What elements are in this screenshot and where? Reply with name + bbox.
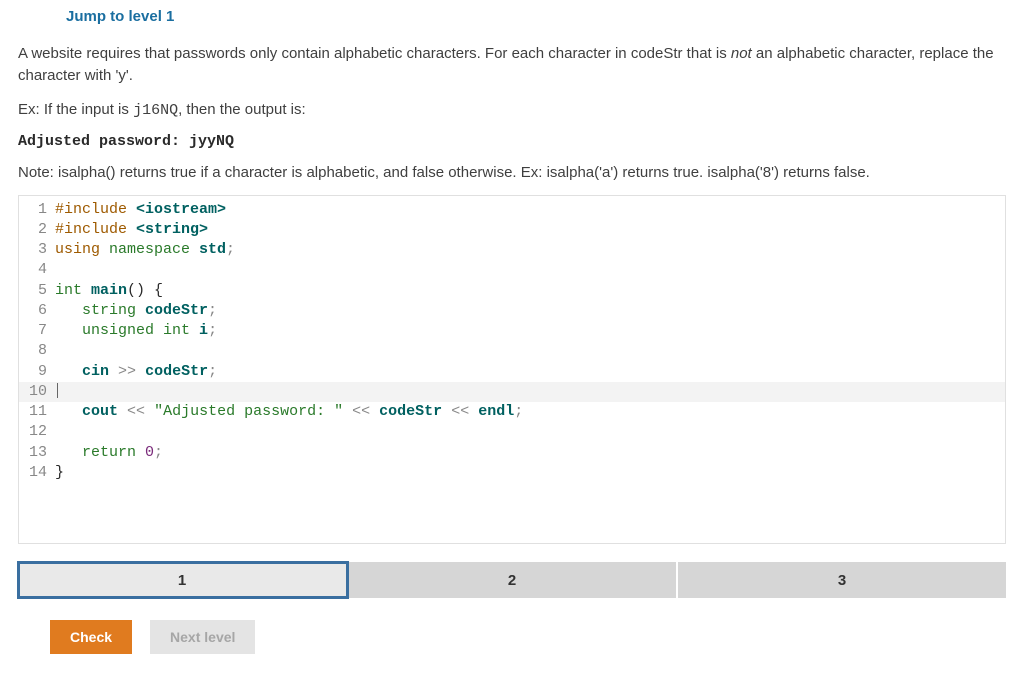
desc-text-pre: A website requires that passwords only c… xyxy=(18,45,731,62)
line-number: 2 xyxy=(19,220,55,240)
text-cursor xyxy=(57,383,58,398)
line-number: 1 xyxy=(19,200,55,220)
example-post: , then the output is: xyxy=(178,101,306,118)
code-line[interactable]: 8 xyxy=(19,341,1005,361)
code-content[interactable]: int main() { xyxy=(55,281,163,301)
code-line[interactable]: 11 cout << "Adjusted password: " << code… xyxy=(19,402,1005,422)
code-editor[interactable]: 1#include <iostream>2#include <string>3u… xyxy=(18,195,1006,545)
code-line[interactable]: 2#include <string> xyxy=(19,220,1005,240)
example-output: Adjusted password: jyyNQ xyxy=(18,133,1006,150)
line-number: 7 xyxy=(19,321,55,341)
code-content[interactable]: cin >> codeStr; xyxy=(55,362,217,382)
level-tab-3[interactable]: 3 xyxy=(678,562,1006,598)
line-number: 3 xyxy=(19,240,55,260)
level-tabs: 123 xyxy=(18,562,1006,598)
code-line[interactable]: 14} xyxy=(19,463,1005,483)
code-content[interactable]: #include <string> xyxy=(55,220,208,240)
level-tab-2[interactable]: 2 xyxy=(348,562,678,598)
line-number: 6 xyxy=(19,301,55,321)
next-level-button: Next level xyxy=(150,620,255,654)
line-number: 8 xyxy=(19,341,55,361)
example-pre: Ex: If the input is xyxy=(18,101,133,118)
desc-em: not xyxy=(731,45,752,62)
check-button[interactable]: Check xyxy=(50,620,132,654)
line-number: 12 xyxy=(19,422,55,442)
code-content[interactable]: } xyxy=(55,463,64,483)
code-line[interactable]: 5int main() { xyxy=(19,281,1005,301)
example-input-code: j16NQ xyxy=(133,102,178,119)
code-line[interactable]: 9 cin >> codeStr; xyxy=(19,362,1005,382)
code-content[interactable]: cout << "Adjusted password: " << codeStr… xyxy=(55,402,523,422)
line-number: 10 xyxy=(19,382,55,402)
code-content[interactable]: return 0; xyxy=(55,443,163,463)
line-number: 11 xyxy=(19,402,55,422)
code-content[interactable]: unsigned int i; xyxy=(55,321,217,341)
code-line[interactable]: 7 unsigned int i; xyxy=(19,321,1005,341)
code-line[interactable]: 6 string codeStr; xyxy=(19,301,1005,321)
code-line[interactable]: 10 xyxy=(19,382,1005,402)
code-content[interactable]: string codeStr; xyxy=(55,301,217,321)
code-line[interactable]: 12 xyxy=(19,422,1005,442)
line-number: 5 xyxy=(19,281,55,301)
code-line[interactable]: 1#include <iostream> xyxy=(19,200,1005,220)
problem-note: Note: isalpha() returns true if a charac… xyxy=(18,164,1006,181)
line-number: 4 xyxy=(19,260,55,280)
jump-to-level-link[interactable]: Jump to level 1 xyxy=(66,8,174,25)
button-row: Check Next level xyxy=(50,620,1006,654)
line-number: 13 xyxy=(19,443,55,463)
code-content[interactable]: #include <iostream> xyxy=(55,200,226,220)
code-line[interactable]: 13 return 0; xyxy=(19,443,1005,463)
example-line: Ex: If the input is j16NQ, then the outp… xyxy=(18,101,1006,119)
problem-description: A website requires that passwords only c… xyxy=(18,43,1006,87)
code-line[interactable]: 3using namespace std; xyxy=(19,240,1005,260)
code-content[interactable] xyxy=(55,382,58,402)
code-line[interactable]: 4 xyxy=(19,260,1005,280)
code-content[interactable]: using namespace std; xyxy=(55,240,235,260)
level-tab-1[interactable]: 1 xyxy=(18,562,348,598)
line-number: 14 xyxy=(19,463,55,483)
line-number: 9 xyxy=(19,362,55,382)
